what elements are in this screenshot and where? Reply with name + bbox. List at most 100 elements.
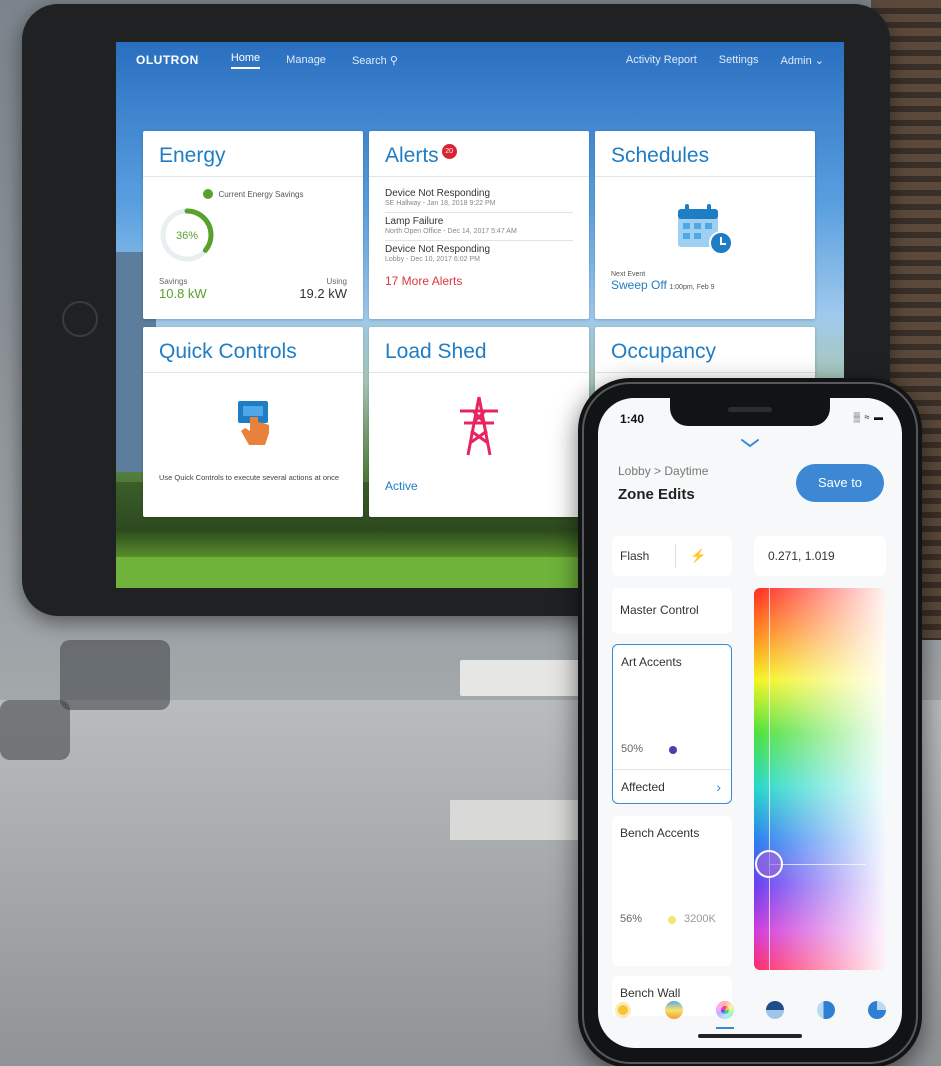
save-to-button[interactable]: Save to [796, 464, 884, 502]
search-icon: ⚲ [389, 54, 398, 67]
schedules-title: Schedules [595, 131, 815, 177]
zone-card-art-accents[interactable]: Art Accents 50% Affected › [612, 644, 732, 804]
nav-settings[interactable]: Settings [719, 54, 759, 67]
nav-activity-report[interactable]: Activity Report [626, 54, 697, 67]
nav-search-label: Search [351, 54, 387, 67]
energy-percent: 36% [176, 230, 198, 242]
power-tower-icon [460, 396, 498, 456]
chevron-right-icon: › [716, 779, 721, 795]
next-event-time: 1:00pm, Feb 9 [669, 284, 715, 291]
alerts-body: Device Not Responding SE Hallway - Jan 1… [369, 177, 589, 296]
nav-home[interactable]: Home [230, 52, 261, 69]
color-temperature-icon [664, 1001, 683, 1019]
zone-name: Bench Accents [620, 826, 700, 840]
tablet-home-button[interactable] [62, 301, 98, 337]
signal-icon: ▒ [853, 412, 862, 422]
alert-item[interactable]: Device Not Responding SE Hallway - Jan 1… [385, 185, 573, 213]
affected-label: Affected [621, 780, 665, 794]
shade-icon [766, 1001, 785, 1019]
flash-control[interactable]: Flash ⚡ [612, 536, 732, 576]
nav-right-group: Activity Report Settings Admin ⌄ [604, 54, 824, 67]
zone-card-bench-accents[interactable]: Bench Accents 56% 3200K [612, 816, 732, 966]
lightning-bolt-icon: ⚡ [690, 548, 707, 563]
quick-controls-card[interactable]: Quick Controls Use Quick Controls to exe… [143, 327, 363, 517]
alerts-card[interactable]: Alerts 20 Device Not Responding SE Hallwa… [369, 131, 589, 319]
tab-brightness[interactable] [612, 999, 634, 1021]
top-navigation: OLUTRON Home Manage Search ⚲ Activity Re… [116, 42, 844, 78]
nav-manage[interactable]: Manage [286, 54, 326, 66]
office-chair [60, 640, 170, 710]
tab-scenes[interactable] [866, 999, 888, 1021]
sun-icon [618, 1005, 629, 1015]
zone-kelvin: 3200K [684, 913, 716, 925]
wifi-icon: ≈ [864, 412, 871, 422]
home-indicator[interactable] [698, 1034, 802, 1038]
hand-press-button-icon [238, 401, 269, 445]
half-moon-icon [816, 1001, 835, 1019]
calendar-clock-icon [678, 204, 733, 255]
color-picker-handle[interactable] [755, 850, 783, 878]
phone-notch [670, 398, 830, 426]
alerts-count-badge: 20 [441, 144, 457, 159]
alert-details: SE Hallway - Jan 18, 2018 9:22 PM [385, 200, 496, 207]
collapse-chevron-icon[interactable] [739, 436, 761, 450]
next-event[interactable]: Sweep Off 1:00pm, Feb 9 [611, 278, 799, 292]
alert-item[interactable]: Device Not Responding Lobby - Dec 10, 20… [385, 241, 573, 268]
office-chair [0, 700, 70, 760]
battery-icon: ▬ [874, 412, 884, 422]
chevron-down-icon: ⌄ [814, 54, 824, 67]
tab-color-temperature[interactable] [663, 999, 685, 1021]
energy-stats: Savings 10.8 kW Using 19.2 kW [159, 277, 347, 301]
lutron-logo: OLUTRON [136, 53, 199, 67]
load-shed-status: Active [385, 479, 418, 493]
nav-admin[interactable]: Admin ⌄ [781, 54, 824, 67]
tab-color-wheel[interactable] [714, 999, 736, 1029]
energy-legend: Current Energy Savings [159, 189, 347, 199]
energy-body: Current Energy Savings 36% Savings 10.8 … [143, 177, 363, 309]
zone-name: Master Control [620, 603, 699, 617]
pie-chart-icon [867, 1001, 886, 1019]
nav-search[interactable]: Search ⚲ [352, 54, 398, 67]
color-coordinates-field[interactable]: 0.271, 1.019 [754, 536, 886, 576]
picker-crosshair-horizontal [769, 864, 866, 865]
speaker-grille [728, 407, 772, 412]
savings-value: 10.8 kW [159, 286, 207, 301]
savings-stat: Savings 10.8 kW [159, 277, 207, 301]
zone-name: Art Accents [621, 655, 682, 669]
next-event-name: Sweep Off [611, 278, 667, 292]
tab-shade-position[interactable] [815, 999, 837, 1021]
energy-savings-ring: 36% [160, 208, 214, 262]
page-title: Zone Edits [618, 486, 695, 503]
energy-legend-label: Current Energy Savings [218, 189, 304, 199]
alert-title: Lamp Failure [385, 216, 444, 227]
using-stat: Using 19.2 kW [299, 277, 347, 301]
bottom-tab-bar [598, 988, 902, 1032]
picker-crosshair-vertical [769, 588, 770, 970]
quick-controls-description: Use Quick Controls to execute several ac… [159, 473, 340, 482]
nav-admin-label: Admin [780, 54, 812, 67]
zone-level: 50% [621, 743, 644, 755]
zone-color-indicator [669, 746, 677, 754]
alert-details: Lobby - Dec 10, 2017 6:02 PM [385, 256, 480, 263]
alert-details: North Open Office - Dec 14, 2017 5:47 AM [385, 228, 517, 235]
alerts-title: Alerts [385, 144, 439, 167]
flash-label: Flash [620, 549, 650, 563]
energy-card[interactable]: Energy Current Energy Savings 36% Saving… [143, 131, 363, 319]
tab-shades[interactable] [764, 999, 786, 1021]
breadcrumb[interactable]: Lobby > Daytime [618, 464, 708, 478]
color-wheel-icon [715, 1001, 734, 1019]
zone-card-master-control[interactable]: Master Control [612, 588, 732, 634]
alert-title: Device Not Responding [385, 188, 491, 199]
using-value: 19.2 kW [299, 286, 347, 301]
quick-controls-body: Use Quick Controls to execute several ac… [143, 373, 363, 491]
load-shed-card[interactable]: Load Shed Active [369, 327, 589, 517]
alerts-header: Alerts 20 [369, 131, 589, 177]
affected-row[interactable]: Affected › [613, 769, 731, 803]
savings-legend-icon [202, 189, 213, 199]
color-picker[interactable] [754, 588, 886, 970]
alert-title: Device Not Responding [385, 244, 491, 255]
schedules-card[interactable]: Schedules Next Event Sweep Off 1:00pm, F… [595, 131, 815, 319]
alert-item[interactable]: Lamp Failure North Open Office - Dec 14,… [385, 213, 573, 241]
more-alerts-link[interactable]: 17 More Alerts [385, 274, 573, 288]
zone-color-indicator [668, 916, 676, 924]
